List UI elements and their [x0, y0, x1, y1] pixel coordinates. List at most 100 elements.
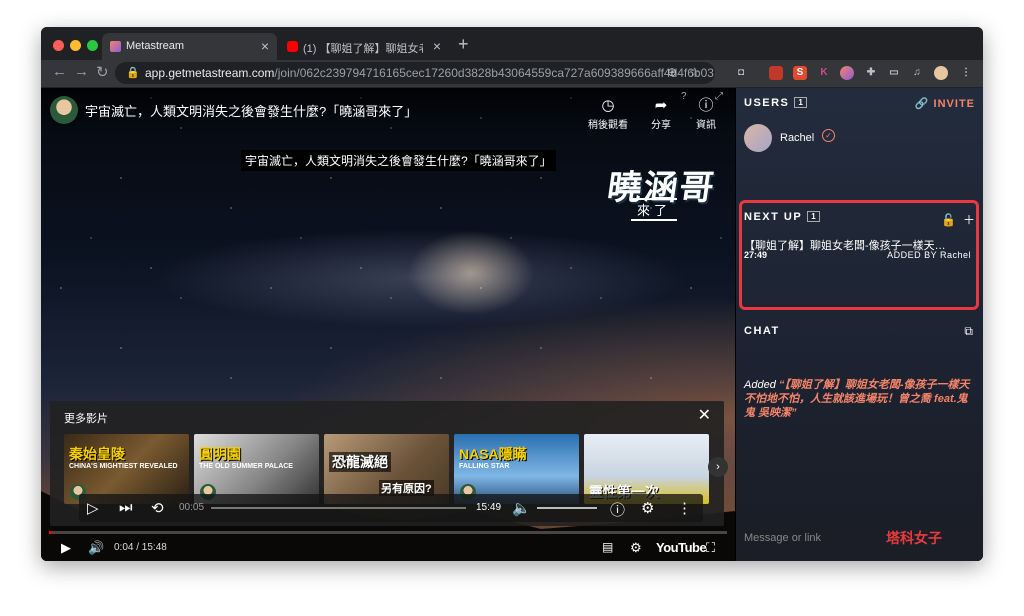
close-icon[interactable]: ✕: [698, 405, 711, 425]
more-options-icon[interactable]: ⋮: [677, 499, 692, 517]
tab-metastream[interactable]: Metastream ×: [102, 33, 277, 60]
thumbnail-caption: NASA隱瞞: [459, 446, 527, 462]
add-icon[interactable]: ＋: [963, 213, 975, 227]
next-up-label: NEXT UP: [744, 211, 803, 223]
video-title[interactable]: 宇宙滅亡，人類文明消失之後會發生什麼?「曉涵哥來了」: [85, 101, 417, 120]
s-extension-icon[interactable]: S: [793, 66, 807, 80]
youtube-control-bar: ▶ 🔊 0:04 / 15:48 ▤ ⚙ YouTube ⛶: [41, 536, 735, 561]
address-bar[interactable]: 🔒 app.getmetastream.com/join/062c2397947…: [115, 62, 715, 84]
watch-later-label: 稍後觀看: [588, 120, 628, 131]
chat-message-prefix: Added: [744, 379, 776, 391]
users-count-badge: 1: [794, 97, 807, 108]
reload-icon[interactable]: ↻: [96, 63, 109, 81]
k-extension-icon[interactable]: K: [817, 66, 831, 80]
play-icon[interactable]: ▶: [61, 540, 71, 556]
progress-fill: [49, 531, 52, 534]
settings-gear-icon[interactable]: ⚙: [630, 540, 642, 556]
settings-gear-icon[interactable]: ⚙: [641, 499, 654, 517]
forward-arrow-icon[interactable]: →: [74, 63, 89, 80]
subtitles-icon[interactable]: ▤: [602, 540, 613, 554]
share-icon: ➦: [654, 97, 668, 114]
more-videos-heading: 更多影片: [64, 413, 108, 425]
chat-placeholder: Message or link: [744, 532, 822, 544]
back-arrow-icon[interactable]: ←: [52, 63, 67, 80]
menu-dots-icon[interactable]: ⋮: [959, 66, 973, 80]
chat-input[interactable]: Message or link 塔科女子: [736, 518, 983, 561]
total-time: 15:49: [476, 502, 502, 513]
queue-item-added-by: ADDED BY Rachel: [887, 250, 971, 260]
chat-header: CHAT: [744, 325, 780, 337]
metastream-sidebar: USERS 1 🔗 INVITE Rachel ✓ NEXT UP 1 🔓 ＋ 【聊…: [736, 88, 983, 561]
thumbnail-caption: 圓明園: [199, 446, 241, 462]
users-header: USERS 1: [744, 97, 807, 109]
close-tab-icon[interactable]: ×: [433, 38, 441, 54]
metastream-favicon-icon: [110, 41, 121, 52]
next-up-count-badge: 1: [807, 211, 820, 222]
thumbnail-subcaption: FALLING STAR: [459, 463, 510, 470]
volume-slider[interactable]: [537, 507, 597, 509]
skip-next-icon[interactable]: ⏭: [119, 499, 133, 516]
bookmark-star-icon[interactable]: ☆: [689, 65, 700, 79]
close-window-button[interactable]: [53, 40, 64, 51]
thumbnail-caption: 恐龍滅絕: [329, 452, 391, 472]
repeat-icon[interactable]: ⟲: [151, 499, 164, 517]
current-time: 00:05: [179, 502, 205, 513]
help-icon[interactable]: ?: [681, 91, 687, 102]
tab-title: (1) 【聊姐了解】聊姐女老闆-像孩子一樣天…: [303, 43, 423, 55]
browser-window: Metastream × (1) 【聊姐了解】聊姐女老闆-像孩子一樣天… × +…: [41, 27, 983, 561]
unlock-icon[interactable]: 🔓: [941, 213, 956, 227]
bookmark-extension-icon[interactable]: [769, 66, 783, 80]
minimize-window-button[interactable]: [70, 40, 81, 51]
cast-icon[interactable]: ▭: [887, 66, 901, 80]
watch-later-button[interactable]: ◷ 稍後觀看: [585, 96, 631, 131]
chat-message: Added “【聊姐了解】聊姐女老闆-像孩子一樣天不怕地不怕，人生就該進場玩！曾…: [744, 378, 976, 420]
pocket-extension-icon[interactable]: ◘: [734, 66, 748, 80]
maximize-window-button[interactable]: [87, 40, 98, 51]
invite-button[interactable]: 🔗 INVITE: [915, 97, 975, 110]
video-title-bar: 宇宙滅亡，人類文明消失之後會發生什麼?「曉涵哥來了」 ◷ 稍後觀看 ➦ 分享 ⓘ 資訊…: [41, 88, 735, 132]
thumbnail-subcaption: CHINA'S MIGHTIEST REVEALED: [69, 463, 178, 470]
next-up-header: NEXT UP 1: [744, 211, 820, 223]
info-icon[interactable]: ⓘ: [610, 499, 625, 520]
user-name: Rachel: [780, 132, 815, 144]
channel-avatar[interactable]: [50, 96, 78, 124]
link-icon: 🔗: [914, 98, 934, 110]
seek-track[interactable]: [211, 507, 466, 509]
metastream-extension-icon[interactable]: [840, 66, 854, 80]
share-label: 分享: [651, 120, 671, 131]
queue-item-duration: 27:49: [744, 250, 768, 260]
url-text: app.getmetastream.com/join/062c239794716…: [145, 66, 714, 80]
url-path: /join/062c239794716165cec17260d3828b4306…: [274, 66, 714, 80]
new-tab-button[interactable]: +: [458, 34, 469, 55]
clock-icon: ◷: [601, 97, 615, 114]
chat-message-title[interactable]: “【聊姐了解】聊姐女老闆-像孩子一樣天不怕地不怕，人生就該進場玩！曾之喬 fea…: [744, 379, 970, 419]
tab-bar: Metastream × (1) 【聊姐了解】聊姐女老闆-像孩子一樣天… × +: [41, 27, 983, 60]
video-player[interactable]: 宇宙滅亡，人類文明消失之後會發生什麼?「曉涵哥來了」 ◷ 稍後觀看 ➦ 分享 ⓘ 資訊…: [41, 88, 735, 561]
queue-actions: 🔓 ＋: [941, 211, 975, 228]
youtube-progress-bar[interactable]: [49, 531, 727, 534]
thumbnail-caption: 秦始皇陵: [69, 446, 125, 462]
watermark-text: 塔科女子: [886, 530, 942, 546]
tab-youtube[interactable]: (1) 【聊姐了解】聊姐女老闆-像孩子一樣天… ×: [279, 33, 449, 60]
youtube-time: 0:04 / 15:48: [114, 542, 167, 553]
youtube-favicon-icon: [287, 41, 298, 52]
channel-logo-subtext: 來了: [631, 198, 678, 221]
profile-avatar[interactable]: [934, 66, 948, 80]
chevron-right-icon[interactable]: ›: [708, 457, 728, 477]
volume-icon[interactable]: 🔊: [88, 540, 104, 556]
thumbnail-subcaption: THE OLD SUMMER PALACE: [199, 463, 293, 470]
user-avatar[interactable]: [744, 124, 772, 152]
play-icon[interactable]: ▷: [87, 499, 99, 517]
close-tab-icon[interactable]: ×: [261, 38, 269, 54]
puzzle-extensions-icon[interactable]: ✚: [864, 66, 878, 80]
browser-toolbar: ← → ↻ 🔒 app.getmetastream.com/join/062c2…: [41, 60, 983, 88]
popout-icon[interactable]: ⧉: [964, 324, 973, 339]
volume-icon[interactable]: 🔈: [512, 499, 531, 517]
zoom-icon[interactable]: ⊕: [667, 65, 677, 79]
media-icon[interactable]: ♫: [910, 66, 924, 80]
fullscreen-corner-icon[interactable]: ⤢: [715, 91, 723, 102]
fullscreen-icon[interactable]: ⛶: [706, 540, 715, 556]
invite-label: INVITE: [933, 98, 975, 110]
youtube-logo[interactable]: YouTube: [656, 540, 707, 555]
share-button[interactable]: ➦ 分享: [638, 96, 684, 131]
